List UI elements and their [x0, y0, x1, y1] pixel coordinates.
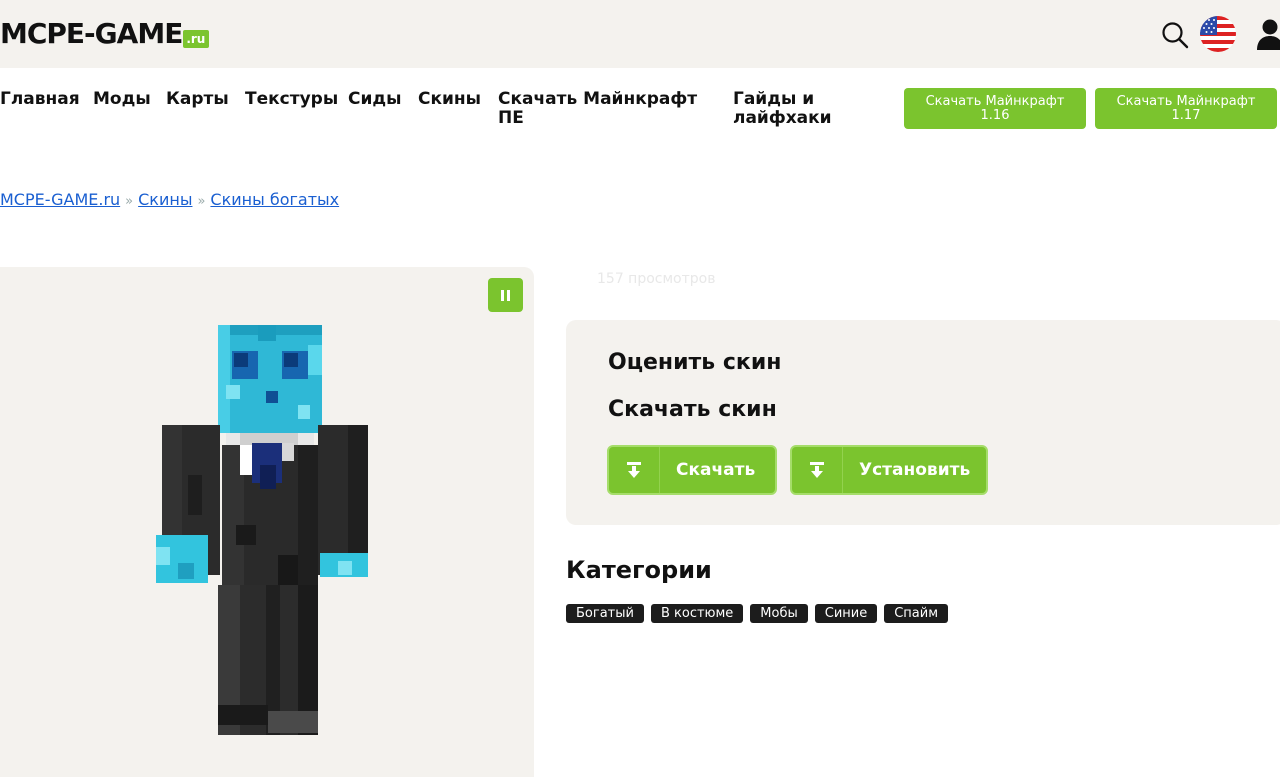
download-button[interactable]: Скачать	[607, 445, 777, 495]
breadcrumb-skins[interactable]: Скины	[138, 190, 192, 209]
pause-button[interactable]	[488, 278, 523, 312]
site-header: MCPE-GAME .ru	[0, 0, 1280, 68]
category-tags: Богатый В костюме Мобы Синие Спайм	[566, 604, 949, 623]
download-116-button[interactable]: Скачать Майнкрафт 1.16	[904, 88, 1086, 129]
tag-mobs[interactable]: Мобы	[750, 604, 808, 623]
breadcrumb-home[interactable]: MCPE-GAME.ru	[0, 190, 120, 209]
nav-item-download-pe[interactable]: Скачать Майнкрафт ПЕ	[498, 90, 698, 128]
tag-in-suit[interactable]: В костюме	[650, 604, 744, 623]
nav-item-skins[interactable]: Скины	[418, 90, 481, 109]
logo-suffix: .ru	[183, 30, 210, 48]
nav-item-guides[interactable]: Гайды и лайфхаки	[733, 90, 843, 128]
rate-skin-title: Оценить скин	[608, 350, 782, 375]
install-label: Установить	[859, 460, 971, 480]
download-icon	[609, 447, 660, 493]
pause-icon-bar	[501, 289, 504, 301]
tag-blue[interactable]: Синие	[814, 604, 878, 623]
user-icon[interactable]	[1255, 18, 1280, 50]
view-count: 157 просмотров	[597, 271, 716, 287]
breadcrumb: MCPE-GAME.ru » Скины » Скины богатых	[0, 190, 339, 209]
nav-item-textures[interactable]: Текстуры	[245, 90, 338, 109]
install-button[interactable]: Установить	[790, 445, 988, 495]
download-117-button[interactable]: Скачать Майнкрафт 1.17	[1095, 88, 1277, 129]
download-skin-title: Скачать скин	[608, 397, 777, 422]
main-nav: Главная Моды Карты Текстуры Сиды Скины С…	[0, 68, 1280, 148]
breadcrumb-rich-skins[interactable]: Скины богатых	[210, 190, 339, 209]
skin-model	[156, 325, 368, 735]
site-logo[interactable]: MCPE-GAME .ru	[0, 17, 210, 50]
nav-item-seeds[interactable]: Сиды	[348, 90, 402, 109]
pause-icon-bar	[507, 289, 510, 301]
us-flag-icon[interactable]	[1200, 16, 1236, 52]
install-icon	[792, 447, 843, 493]
download-label: Скачать	[676, 460, 756, 480]
breadcrumb-separator: »	[197, 194, 206, 209]
nav-item-mods[interactable]: Моды	[93, 90, 151, 109]
tag-rich[interactable]: Богатый	[566, 604, 644, 623]
logo-text: MCPE-GAME	[0, 17, 183, 50]
tag-slime[interactable]: Спайм	[884, 604, 949, 623]
nav-item-home[interactable]: Главная	[0, 90, 80, 109]
search-icon[interactable]	[1160, 20, 1190, 50]
nav-item-maps[interactable]: Карты	[166, 90, 229, 109]
breadcrumb-separator: »	[125, 194, 134, 209]
download-117-label: Скачать Майнкрафт 1.17	[1116, 93, 1256, 123]
download-116-label: Скачать Майнкрафт 1.16	[925, 93, 1065, 123]
categories-title: Категории	[566, 556, 712, 584]
